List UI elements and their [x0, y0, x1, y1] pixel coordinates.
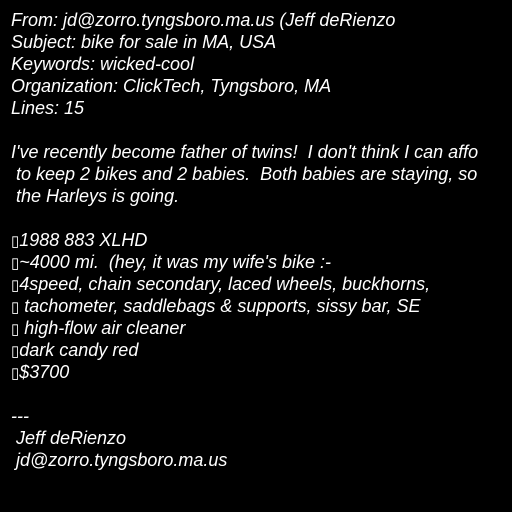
- header-from: From: jd@zorro.tyngsboro.ma.us (Jeff deR…: [11, 10, 396, 30]
- list-item: ▯~4000 mi. (hey, it was my wife's bike :…: [11, 251, 512, 273]
- list-item-text: 1988 883 XLHD: [19, 230, 148, 250]
- list-item-text: high-flow air cleaner: [19, 318, 186, 338]
- body-paragraph-line: to keep 2 bikes and 2 babies. Both babie…: [11, 164, 478, 184]
- signature-email: jd@zorro.tyngsboro.ma.us: [11, 450, 228, 470]
- list-item-text: tachometer, saddlebags & supports, sissy…: [19, 296, 421, 316]
- list-item-text: 4speed, chain secondary, laced wheels, b…: [19, 274, 431, 294]
- body-paragraph-line: the Harleys is going.: [11, 186, 180, 206]
- list-item: ▯1988 883 XLHD: [11, 229, 512, 251]
- header-keywords: Keywords: wicked-cool: [11, 54, 195, 74]
- signature-name: Jeff deRienzo: [11, 428, 127, 448]
- header-subject: Subject: bike for sale in MA, USA: [11, 32, 277, 52]
- list-item-text: $3700: [19, 362, 70, 382]
- message-document: From: jd@zorro.tyngsboro.ma.us (Jeff deR…: [11, 9, 512, 471]
- list-item: ▯ high-flow air cleaner: [11, 317, 512, 339]
- list-item-text: dark candy red: [19, 340, 139, 360]
- list-item: ▯dark candy red: [11, 339, 512, 361]
- body-paragraph-line: I've recently become father of twins! I …: [11, 142, 479, 162]
- signature-separator: ---: [11, 406, 29, 426]
- list-item: ▯4speed, chain secondary, laced wheels, …: [11, 273, 512, 295]
- list-item: ▯$3700: [11, 361, 512, 383]
- list-item: ▯ tachometer, saddlebags & supports, sis…: [11, 295, 512, 317]
- header-organization: Organization: ClickTech, Tyngsboro, MA: [11, 76, 332, 96]
- header-lines: Lines: 15: [11, 98, 85, 118]
- list-item-text: ~4000 mi. (hey, it was my wife's bike :-: [19, 252, 331, 272]
